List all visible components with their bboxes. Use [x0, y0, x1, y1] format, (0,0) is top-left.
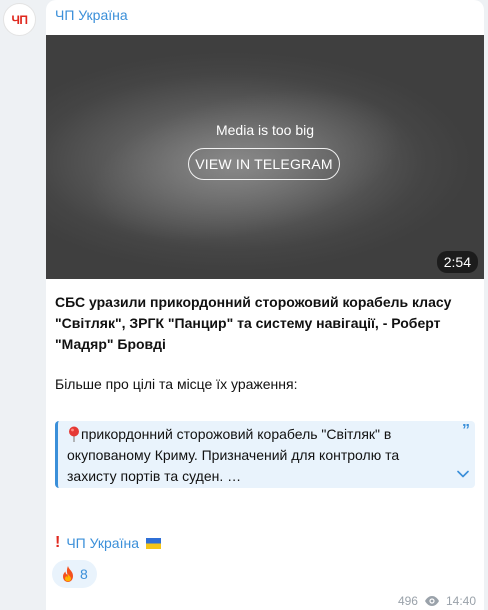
message-meta: 496 14:40: [398, 594, 476, 608]
signature-link[interactable]: ЧП Україна: [66, 533, 139, 553]
expandable-quote[interactable]: прикордонний сторожовий корабель "Світля…: [55, 421, 475, 488]
media-too-big-message: Media is too big: [215, 122, 315, 138]
exclamation-icon: !: [55, 534, 61, 551]
round-pushpin-icon: [69, 426, 79, 442]
eye-icon: [424, 596, 439, 606]
reaction-count: 8: [80, 566, 88, 582]
fire-icon: [63, 566, 73, 582]
chevron-down-icon[interactable]: [457, 468, 469, 480]
channel-name[interactable]: ЧП Україна: [55, 7, 128, 23]
avatar-logo-text: ЧП: [11, 12, 28, 27]
post-text: СБС уразили прикордонний сторожовий кора…: [55, 292, 477, 395]
channel-signature[interactable]: ! ЧП Україна: [55, 533, 161, 553]
video-duration-badge: 2:54: [436, 251, 478, 273]
post-subline: Більше про цілі та місце їх ураження:: [55, 376, 298, 392]
quote-text-container: прикордонний сторожовий корабель "Світля…: [67, 424, 451, 487]
view-count: 496: [397, 594, 418, 608]
message-view: ЧП ЧП Україна Media is too big VIEW IN T…: [0, 0, 488, 610]
reaction-fire[interactable]: 8: [52, 560, 97, 588]
ukraine-flag-icon: [145, 537, 161, 549]
view-in-telegram-button[interactable]: VIEW IN TELEGRAM: [188, 148, 340, 180]
message-bubble: ЧП Україна Media is too big VIEW IN TELE…: [46, 0, 484, 610]
message-time: 14:40: [445, 594, 476, 608]
quote-text: прикордонний сторожовий корабель "Світля…: [67, 426, 400, 484]
quote-mark-icon: ”: [462, 422, 470, 439]
channel-avatar[interactable]: ЧП: [3, 3, 36, 36]
video-preview[interactable]: Media is too big VIEW IN TELEGRAM 2:54: [46, 35, 484, 279]
post-headline: СБС уразили прикордонний сторожовий кора…: [55, 294, 452, 352]
